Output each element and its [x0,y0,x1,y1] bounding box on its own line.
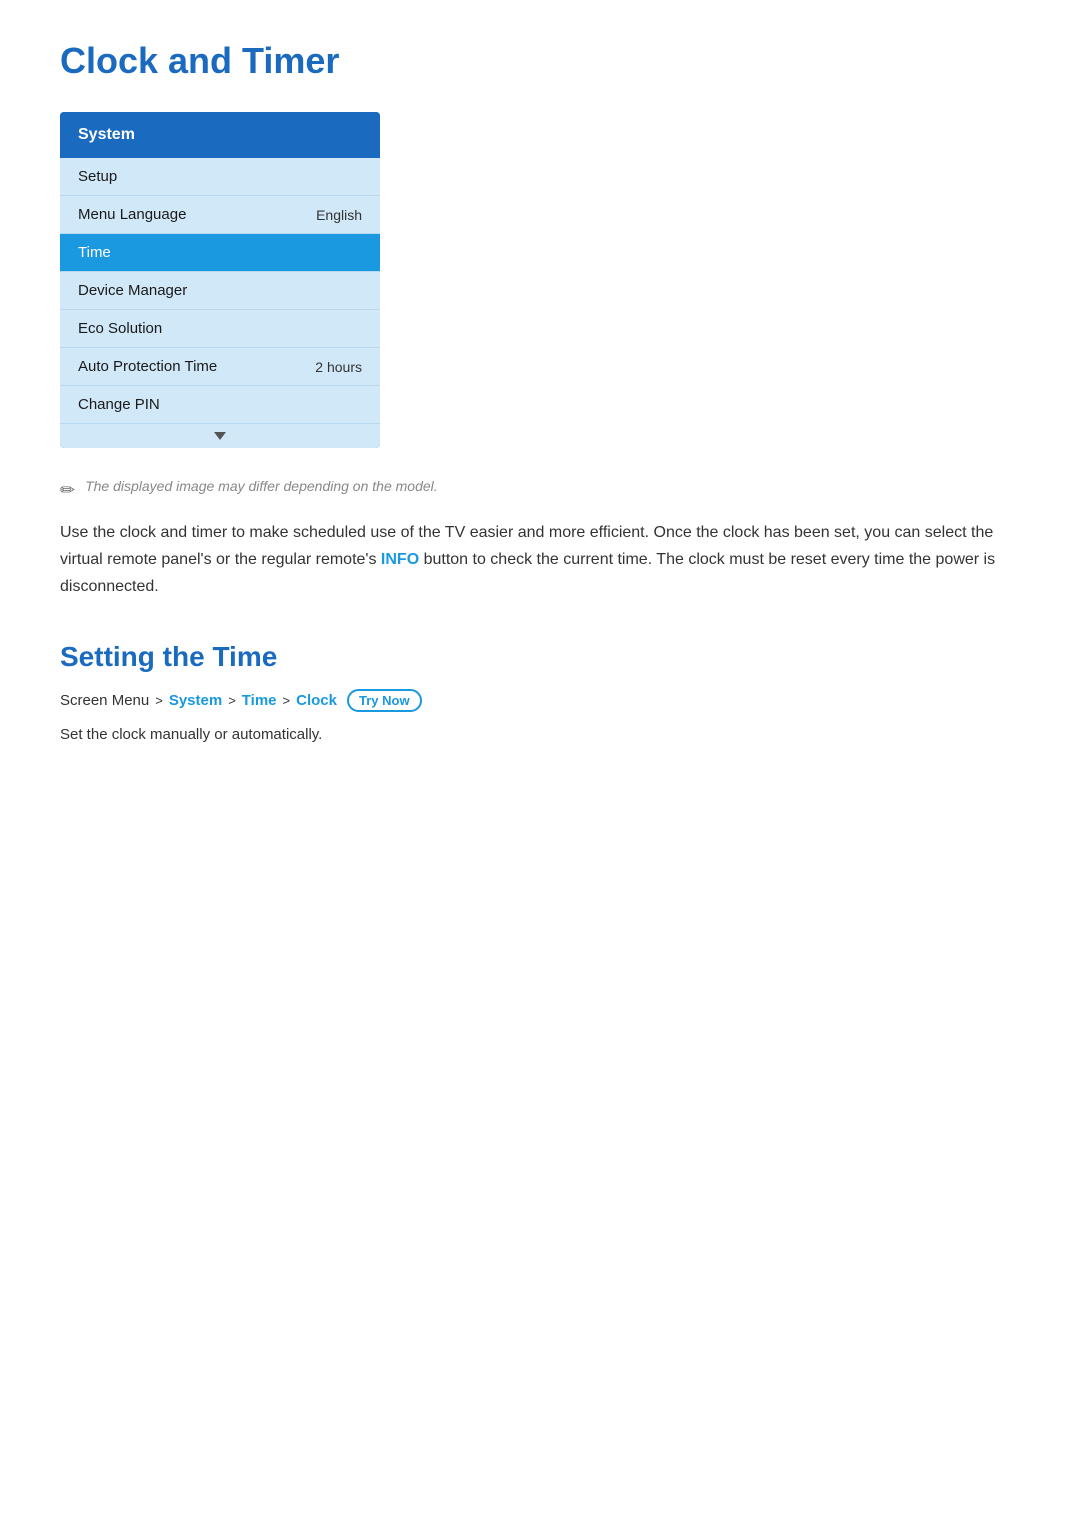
menu-item-label: Auto Protection Time [78,358,217,375]
chevron-down-icon [214,432,226,440]
try-now-button[interactable]: Try Now [347,689,422,712]
menu-item-auto-protection-time[interactable]: Auto Protection Time 2 hours [60,348,380,386]
menu-item-label: Time [78,244,111,261]
menu-chevron-row [60,424,380,448]
menu-item-device-manager[interactable]: Device Manager [60,272,380,310]
menu-item-setup[interactable]: Setup [60,158,380,196]
note-text: The displayed image may differ depending… [85,478,438,494]
menu-item-value: 2 hours [315,359,362,375]
page-title: Clock and Timer [60,40,1020,82]
pencil-icon: ✏ [60,480,75,501]
menu-item-label: Setup [78,168,117,185]
menu-item-label: Eco Solution [78,320,162,337]
breadcrumb-clock[interactable]: Clock [296,692,337,709]
breadcrumb-sep-2: > [228,693,236,708]
breadcrumb-prefix: Screen Menu [60,692,149,709]
menu-item-time[interactable]: Time [60,234,380,272]
menu-item-eco-solution[interactable]: Eco Solution [60,310,380,348]
sub-description: Set the clock manually or automatically. [60,722,1020,748]
menu-item-change-pin[interactable]: Change PIN [60,386,380,424]
menu-panel: System Setup Menu Language English Time … [60,112,380,448]
menu-item-menu-language[interactable]: Menu Language English [60,196,380,234]
menu-item-value: English [316,207,362,223]
breadcrumb: Screen Menu > System > Time > Clock Try … [60,689,1020,712]
note-row: ✏ The displayed image may differ dependi… [60,478,1020,501]
menu-header: System [60,112,380,158]
breadcrumb-sep-3: > [283,693,291,708]
menu-item-label: Menu Language [78,206,186,223]
menu-item-label: Device Manager [78,282,187,299]
breadcrumb-system[interactable]: System [169,692,222,709]
description-paragraph: Use the clock and timer to make schedule… [60,519,1020,601]
info-highlight: INFO [381,551,419,568]
menu-item-label: Change PIN [78,396,160,413]
breadcrumb-sep-1: > [155,693,163,708]
section-title-setting-the-time: Setting the Time [60,641,1020,673]
breadcrumb-time[interactable]: Time [242,692,277,709]
